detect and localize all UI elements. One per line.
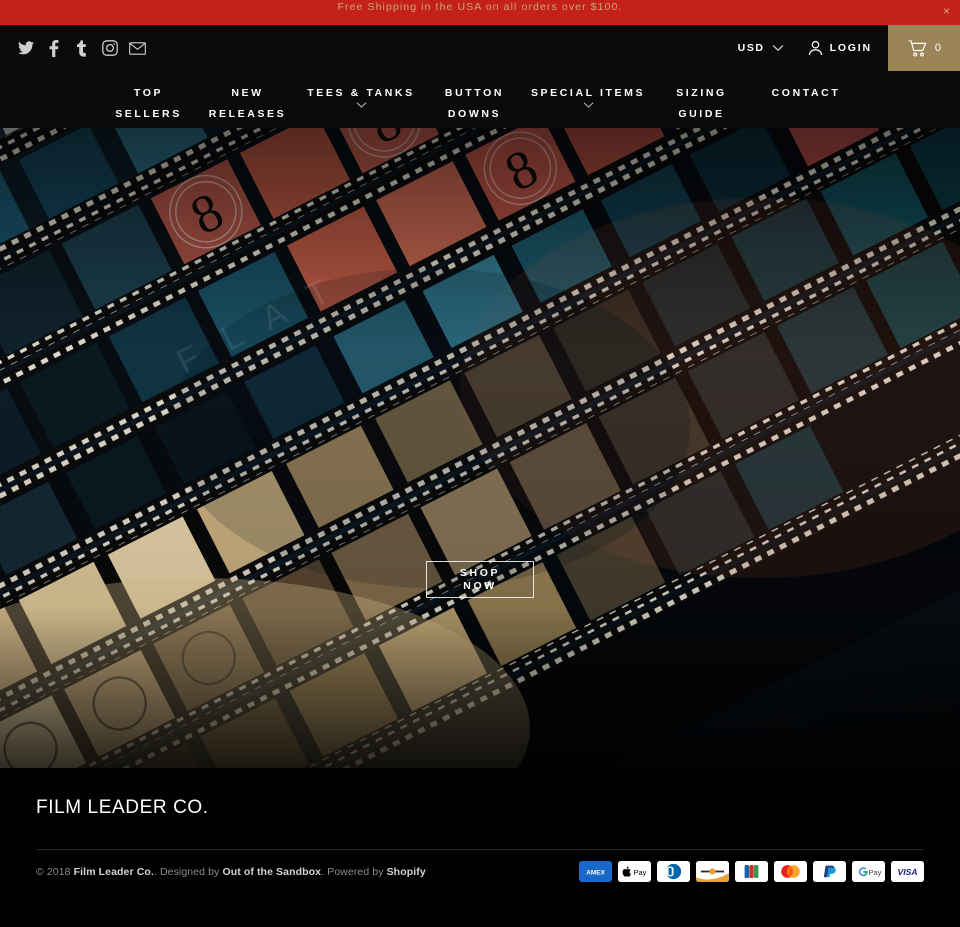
- chevron-down-icon: [772, 45, 784, 52]
- shop-now-line2: NOW: [463, 579, 497, 592]
- cart-icon: [908, 39, 927, 57]
- nav-label: TEES & TANKS: [307, 87, 415, 99]
- announcement-bar: Free Shipping in the USA on all orders o…: [0, 0, 960, 25]
- nav-label: NEW RELEASES: [208, 87, 287, 120]
- hero-banner: 88 76: [0, 128, 960, 768]
- top-bar-right: USD LOGIN 0: [724, 25, 960, 71]
- cart-count: 0: [934, 42, 941, 54]
- nav-label: SIZING GUIDE: [676, 87, 727, 120]
- nav-label: SPECIAL ITEMS: [530, 87, 646, 99]
- user-icon: [808, 40, 822, 56]
- nav-item-contact[interactable]: CONTACT: [751, 83, 861, 104]
- chevron-down-icon: [356, 102, 366, 108]
- payment-icons: AMEX Pay Pay VISA: [579, 861, 924, 882]
- social-links: [17, 39, 146, 57]
- nav-item-top-sellers[interactable]: TOP SELLERS: [99, 83, 198, 125]
- tumblr-icon[interactable]: [73, 39, 90, 57]
- discover-icon: [696, 861, 729, 882]
- visa-icon: VISA: [891, 861, 924, 882]
- copyright-text: © 2018 Film Leader Co.. Designed by Out …: [36, 866, 426, 878]
- powered-by-text: . Powered by: [321, 865, 387, 878]
- email-icon[interactable]: [129, 40, 146, 57]
- apple-pay-icon: Pay: [618, 861, 651, 882]
- nav-item-button-downs[interactable]: BUTTON DOWNS: [425, 83, 524, 125]
- facebook-icon[interactable]: [45, 39, 62, 57]
- amex-icon: AMEX: [579, 861, 612, 882]
- nav-item-tees-and-tanks[interactable]: TEES & TANKS: [297, 83, 425, 109]
- svg-text:VISA: VISA: [897, 867, 917, 877]
- currency-label: USD: [737, 42, 765, 54]
- twitter-icon[interactable]: [17, 40, 34, 57]
- designer-link[interactable]: Out of the Sandbox: [222, 866, 321, 878]
- google-pay-icon: Pay: [852, 861, 885, 882]
- shop-now-button[interactable]: SHOP NOW: [426, 561, 534, 598]
- shop-now-line1: SHOP: [459, 566, 501, 579]
- diners-club-icon: [657, 861, 690, 882]
- instagram-icon[interactable]: [101, 40, 118, 57]
- svg-text:Pay: Pay: [869, 868, 882, 877]
- nav-item-special-items[interactable]: SPECIAL ITEMS: [524, 83, 652, 109]
- nav-label: BUTTON DOWNS: [444, 87, 505, 120]
- currency-selector[interactable]: USD: [724, 25, 798, 71]
- login-label: LOGIN: [829, 42, 872, 54]
- nav-label: CONTACT: [771, 87, 841, 99]
- designed-by-text: . Designed by: [153, 865, 223, 878]
- mastercard-icon: [774, 861, 807, 882]
- chevron-down-icon: [583, 102, 593, 108]
- cart-button[interactable]: 0: [887, 25, 960, 71]
- login-button[interactable]: LOGIN: [798, 25, 888, 71]
- nav-label: TOP SELLERS: [115, 87, 182, 120]
- footer-bottom: © 2018 Film Leader Co.. Designed by Out …: [36, 850, 924, 882]
- shopify-link[interactable]: Shopify: [387, 866, 426, 878]
- top-bar: USD LOGIN 0: [0, 25, 960, 71]
- main-navigation: TOP SELLERS NEW RELEASES TEES & TANKS BU…: [0, 71, 960, 128]
- close-icon[interactable]: ×: [943, 5, 950, 17]
- nav-item-new-releases[interactable]: NEW RELEASES: [198, 83, 297, 125]
- copyright-prefix: © 2018: [36, 865, 74, 878]
- announcement-text: Free Shipping in the USA on all orders o…: [337, 1, 623, 13]
- svg-text:Pay: Pay: [634, 868, 647, 877]
- jcb-icon: [735, 861, 768, 882]
- nav-item-sizing-guide[interactable]: SIZING GUIDE: [652, 83, 751, 125]
- store-name-link[interactable]: Film Leader Co.: [74, 866, 154, 878]
- hero-image: 88 76: [0, 128, 960, 768]
- paypal-icon: [813, 861, 846, 882]
- svg-text:AMEX: AMEX: [586, 870, 605, 877]
- footer: FILM LEADER CO. © 2018 Film Leader Co.. …: [0, 768, 960, 882]
- footer-brand: FILM LEADER CO.: [36, 797, 209, 818]
